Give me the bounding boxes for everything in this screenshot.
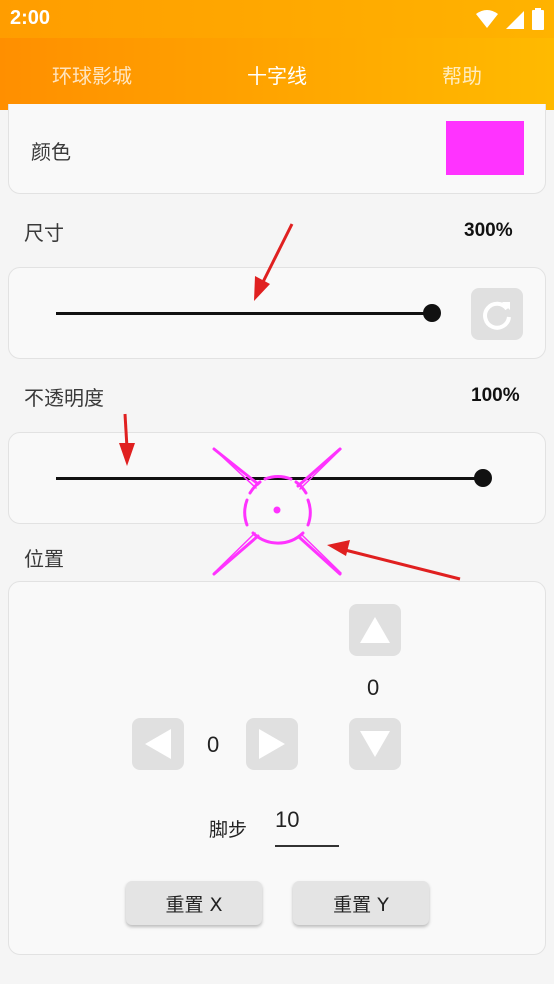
status-bar: 2:00 bbox=[0, 0, 554, 38]
size-slider-thumb[interactable] bbox=[423, 304, 441, 322]
reset-size-button[interactable] bbox=[471, 288, 523, 340]
wifi-icon bbox=[476, 10, 498, 28]
opacity-label: 不透明度 bbox=[24, 386, 104, 410]
opacity-value: 100% bbox=[471, 385, 520, 406]
move-down-button[interactable] bbox=[349, 718, 401, 770]
step-label: 脚步 bbox=[209, 819, 248, 841]
opacity-card bbox=[8, 432, 546, 524]
x-value: 0 bbox=[207, 732, 220, 757]
opacity-slider-thumb[interactable] bbox=[474, 469, 492, 487]
color-card: 颜色 bbox=[8, 104, 546, 194]
size-card bbox=[8, 267, 546, 359]
status-time: 2:00 bbox=[10, 7, 51, 29]
arrow-down-icon bbox=[360, 731, 390, 757]
reset-x-button[interactable]: 重置 X bbox=[126, 881, 262, 925]
tab-bar: 环球影城 十字线 帮助 bbox=[0, 38, 554, 110]
color-swatch[interactable] bbox=[446, 121, 524, 175]
move-right-button[interactable] bbox=[246, 718, 298, 770]
move-up-button[interactable] bbox=[349, 604, 401, 656]
y-value: 0 bbox=[367, 675, 380, 700]
arrow-left-icon bbox=[145, 729, 171, 759]
tab-crosshair[interactable]: 十字线 bbox=[185, 38, 369, 110]
arrow-right-icon bbox=[259, 729, 285, 759]
color-label: 颜色 bbox=[31, 140, 71, 164]
refresh-icon bbox=[483, 301, 511, 330]
opacity-slider-track[interactable] bbox=[56, 477, 486, 480]
position-card: 0 0 脚步 10 重置 X 重置 Y bbox=[8, 581, 546, 955]
battery-icon bbox=[532, 8, 544, 30]
step-input[interactable]: 10 bbox=[275, 807, 339, 847]
tab-universal-studios[interactable]: 环球影城 bbox=[0, 38, 184, 110]
arrow-up-icon bbox=[360, 617, 390, 643]
reset-y-button[interactable]: 重置 Y bbox=[293, 881, 429, 925]
tab-help[interactable]: 帮助 bbox=[370, 38, 554, 110]
move-left-button[interactable] bbox=[132, 718, 184, 770]
signal-icon bbox=[506, 11, 524, 29]
size-value: 300% bbox=[464, 220, 513, 241]
size-label: 尺寸 bbox=[24, 221, 64, 245]
status-icons bbox=[476, 8, 544, 30]
size-slider-track[interactable] bbox=[56, 312, 432, 315]
position-label: 位置 bbox=[24, 547, 64, 571]
